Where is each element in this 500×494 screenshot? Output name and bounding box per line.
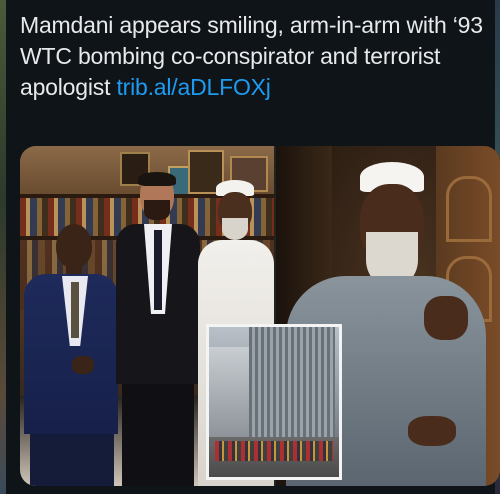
inset-photo-street-scene[interactable]	[206, 324, 342, 480]
person-black-suit	[116, 172, 200, 486]
building	[209, 347, 249, 443]
hand	[408, 416, 456, 446]
trousers	[30, 434, 114, 486]
person-navy-suit	[20, 224, 118, 486]
tie	[154, 230, 162, 310]
trousers	[122, 384, 194, 486]
hand	[72, 356, 94, 374]
face	[56, 224, 92, 268]
tweet-text: Mamdani appears smiling, arm-in-arm with…	[20, 10, 490, 103]
adjacent-content-edge-left	[0, 0, 6, 494]
beard	[222, 218, 248, 240]
tower	[249, 327, 335, 443]
hair	[138, 172, 176, 186]
beard	[144, 200, 170, 220]
cabinet-arch	[446, 176, 492, 242]
tweet-media[interactable]	[20, 146, 500, 486]
tie	[71, 282, 79, 338]
gesturing-hand	[424, 296, 468, 340]
tweet-link[interactable]: trib.al/aDLFOXj	[116, 74, 270, 100]
crowd-and-vehicles	[215, 441, 333, 461]
